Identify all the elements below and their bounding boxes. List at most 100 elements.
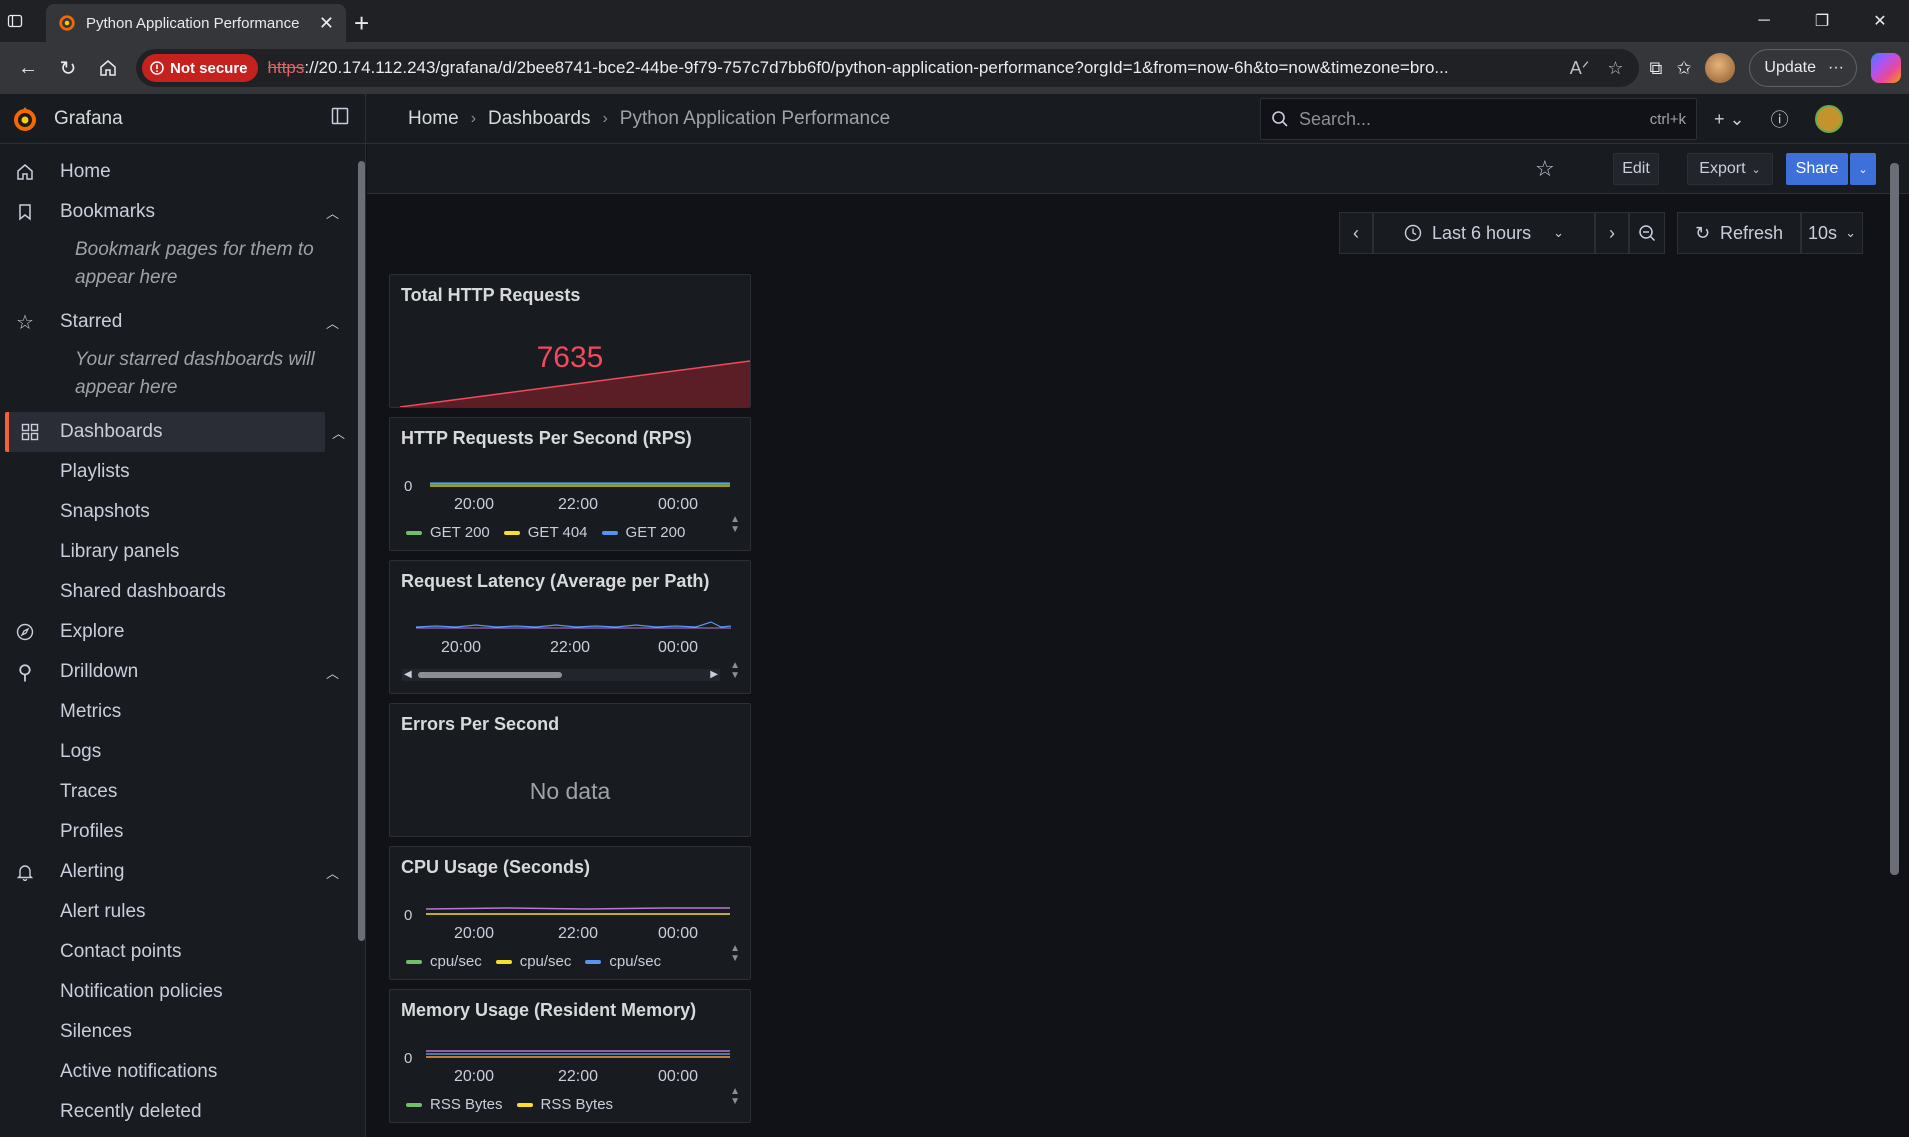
legend-item[interactable]: GET 200 [601,524,685,541]
sidebar-item-alerting[interactable]: Alerting ︿ [0,852,365,892]
legend-scroll-icon[interactable]: ▲ ▼ [730,944,740,964]
reload-icon[interactable]: ↻ [48,48,88,88]
legend-hscrollbar[interactable]: ◀ ▶ [402,669,720,681]
panel-total-http-requests[interactable]: Total HTTP Requests 7635 [389,274,751,408]
legend-item[interactable]: GET 200 [406,524,490,541]
browser-tab[interactable]: Python Application Performance ✕ [46,4,346,42]
panel-errors-per-second[interactable]: Errors Per Second No data [389,703,751,837]
sidebar-item-notification-policies[interactable]: Notification policies [0,972,365,1012]
panel-http-rps[interactable]: HTTP Requests Per Second (RPS) 0 20:00 2… [389,417,751,551]
grafana-brand[interactable]: Grafana [54,108,123,130]
read-aloud-icon[interactable]: Aᐟ [1570,58,1590,79]
sidebar-scrollbar[interactable] [358,161,365,941]
user-avatar[interactable] [1814,105,1843,133]
sidebar-item-recently-deleted[interactable]: Recently deleted [0,1092,365,1132]
refresh-icon: ↻ [1694,222,1711,243]
x-tick: 20:00 [454,925,495,942]
sidebar-item-drilldown[interactable]: ⚲ Drilldown ︿ [0,652,365,692]
new-tab-icon[interactable]: + [354,8,369,39]
chevron-up-icon[interactable]: ︿ [332,423,345,442]
favorites-icon[interactable]: ✩ [1676,58,1691,79]
share-dropdown-button[interactable]: ⌄ [1850,153,1876,185]
sidebar-item-alert-rules[interactable]: Alert rules [0,892,365,932]
scroll-right-icon[interactable]: ▶ [710,669,718,680]
chevron-up-icon[interactable]: ︿ [326,313,339,332]
tab-close-icon[interactable]: ✕ [319,13,334,34]
time-range-picker[interactable]: Last 6 hours ⌄ [1373,212,1595,254]
legend-item[interactable]: cpu/sec [406,953,482,970]
sidebar-item-home[interactable]: Home [0,152,365,192]
chevron-up-icon[interactable]: ︿ [326,203,339,222]
legend-item[interactable]: cpu/sec [585,953,661,970]
main-scrollbar[interactable] [1890,163,1899,875]
sidebar-item-active-notifications[interactable]: Active notifications [0,1052,365,1092]
time-forward-button[interactable]: › [1595,212,1629,254]
time-back-button[interactable]: ‹ [1339,212,1373,254]
url-box[interactable]: Not secure https://20.174.112.243/grafan… [136,49,1640,87]
url-text[interactable]: https://20.174.112.243/grafana/d/2bee874… [268,58,1570,78]
edit-button[interactable]: Edit [1613,153,1659,185]
zoom-out-button[interactable] [1629,212,1665,254]
scroll-left-icon[interactable]: ◀ [404,669,412,680]
home-icon[interactable] [88,48,128,88]
breadcrumb-dashboards[interactable]: Dashboards [488,108,590,130]
panel-memory-usage[interactable]: Memory Usage (Resident Memory) 0 20:00 2… [389,989,751,1123]
tab-actions-icon[interactable] [0,0,30,42]
sidebar-item-metrics[interactable]: Metrics [0,692,365,732]
sidebar-item-explore[interactable]: Explore [0,612,365,652]
refresh-button[interactable]: ↻ Refresh [1677,212,1801,254]
share-button[interactable]: Share [1786,153,1848,185]
sidebar-item-traces[interactable]: Traces [0,772,365,812]
add-new-icon[interactable]: + ⌄ [1714,109,1745,130]
mark-favorite-star-icon[interactable]: ☆ [1535,156,1555,182]
sidebar-item-logs[interactable]: Logs [0,732,365,772]
legend-item[interactable]: RSS Bytes [406,1096,503,1113]
sidebar-item-shared-dashboards[interactable]: Shared dashboards [0,572,365,612]
help-icon[interactable]: ⓘ [1771,106,1789,132]
panel-cpu-usage[interactable]: CPU Usage (Seconds) 0 20:00 22:00 00:00 … [389,846,751,980]
sidebar-item-snapshots[interactable]: Snapshots [0,492,365,532]
minimize-icon[interactable]: ─ [1735,0,1793,42]
back-icon[interactable]: ← [8,48,48,88]
breadcrumb-home[interactable]: Home [408,108,459,130]
sidebar-item-library-panels[interactable]: Library panels [0,532,365,572]
dock-menu-icon[interactable] [331,107,349,130]
favorite-star-icon[interactable]: ☆ [1607,58,1623,79]
not-secure-badge[interactable]: Not secure [142,54,258,82]
search-input[interactable]: Search... ctrl+k [1260,98,1697,140]
copilot-icon[interactable] [1871,53,1901,83]
refresh-interval-picker[interactable]: 10s ⌄ [1801,212,1863,254]
sidebar-item-dashboards[interactable]: Dashboards ︿ [5,412,345,452]
legend-scroll-icon[interactable]: ▲ ▼ [730,661,740,681]
sidebar-item-silences[interactable]: Silences [0,1012,365,1052]
refresh-label: Refresh [1720,222,1784,243]
close-window-icon[interactable]: ✕ [1851,0,1909,42]
chevron-up-icon[interactable]: ︿ [326,663,339,682]
extensions-icon[interactable]: ⧉ [1649,58,1662,79]
legend-item[interactable]: cpu/sec [495,953,571,970]
chevron-up-icon[interactable]: ︿ [326,863,339,882]
compass-icon [0,623,50,641]
update-button[interactable]: Update ··· [1749,49,1857,87]
sidebar-item-starred[interactable]: ☆ Starred ︿ [0,302,365,342]
sidebar-item-label: Dashboards [60,421,163,442]
export-button[interactable]: Export ⌄ [1687,153,1773,185]
legend-item[interactable]: GET 404 [503,524,588,541]
legend-scroll-icon[interactable]: ▲ ▼ [730,515,740,535]
panel-request-latency[interactable]: Request Latency (Average per Path) 20:00… [389,560,751,694]
breadcrumb-separator-icon: › [470,109,477,127]
legend-item[interactable]: RSS Bytes [516,1096,613,1113]
sidebar-item-contact-points[interactable]: Contact points [0,932,365,972]
sidebar-item-playlists[interactable]: Playlists [0,452,365,492]
legend-scroll-icon[interactable]: ▲ ▼ [730,1087,740,1107]
sidebar-item-profiles[interactable]: Profiles [0,812,365,852]
sidebar-item-bookmarks[interactable]: Bookmarks ︿ [0,192,365,232]
x-tick: 22:00 [558,925,599,942]
y-axis-zero: 0 [404,1050,413,1067]
no-data-message: No data [529,778,611,804]
restore-icon[interactable]: ❐ [1793,0,1851,42]
y-axis-zero: 0 [404,478,413,495]
x-tick: 00:00 [658,496,699,513]
grafana-logo-icon[interactable] [12,105,38,133]
profile-avatar[interactable] [1705,53,1736,83]
